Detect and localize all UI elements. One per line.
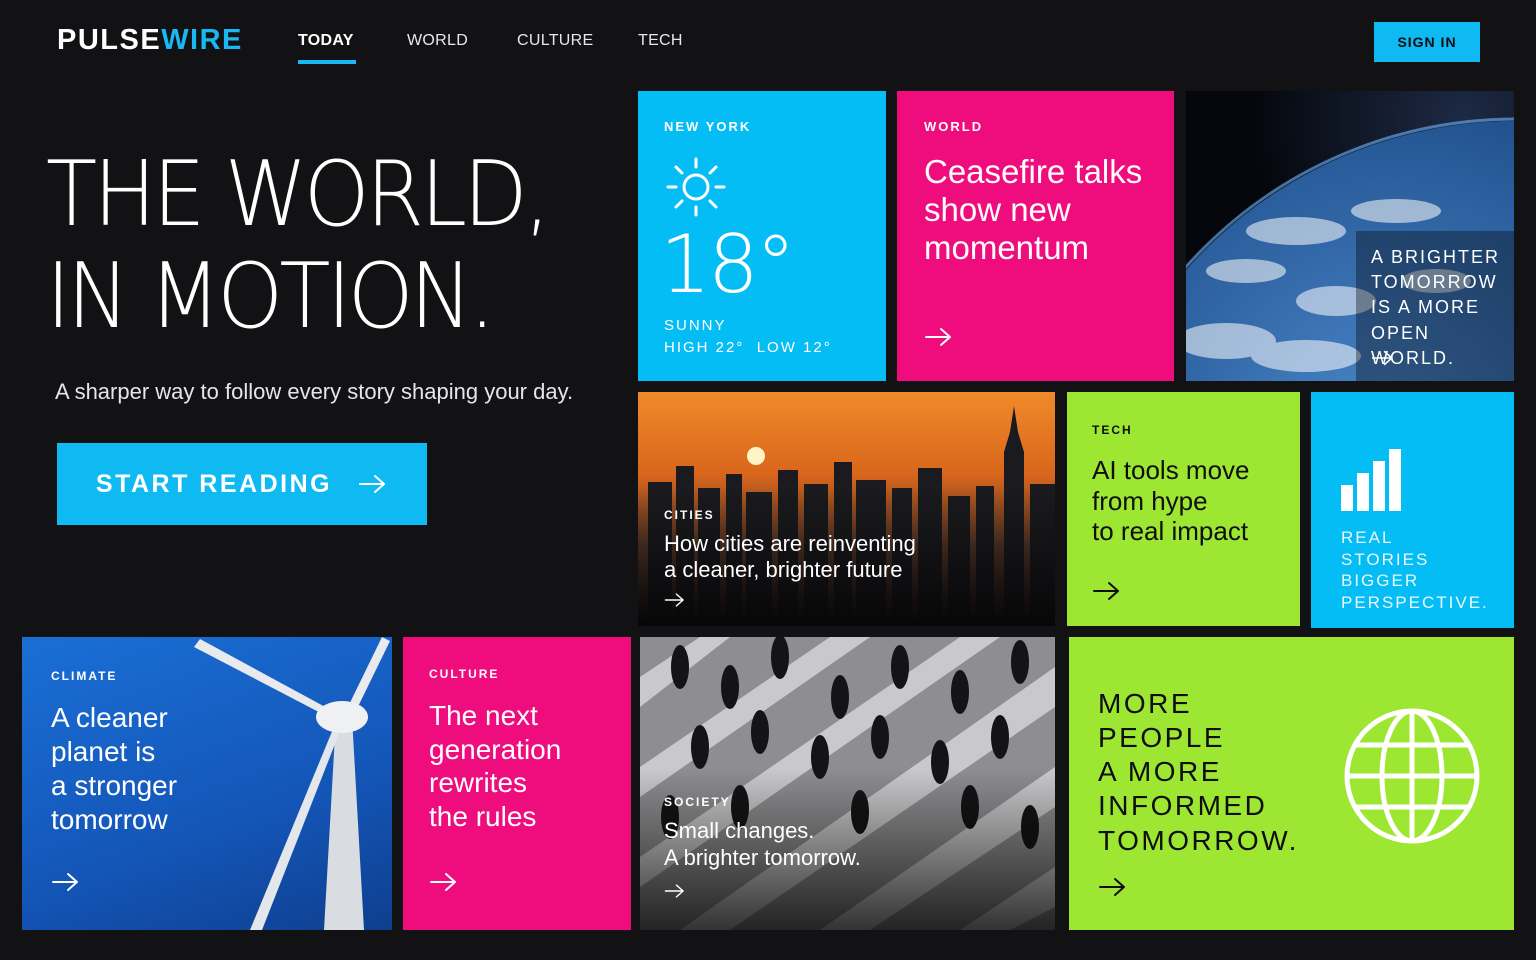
world-headline-line: momentum (924, 228, 1090, 266)
climate-image-tile[interactable]: CLIMATE A cleaner planet is a stronger t… (22, 637, 392, 930)
earth-image-tile[interactable]: A BRIGHTER TOMORROW IS A MORE OPEN WORLD… (1186, 91, 1514, 381)
culture-headline-line: the rules (429, 800, 537, 832)
tech-headline-line: from hype (1092, 485, 1208, 516)
earth-caption-line: IS A MORE (1371, 297, 1481, 318)
brand-logo[interactable]: PULSEWIRE (57, 24, 243, 57)
nav-world[interactable]: WORLD (407, 32, 468, 50)
weather-low: LOW 12° (756, 339, 832, 356)
promo-caption-line: INFORMED (1098, 790, 1268, 822)
nav-today[interactable]: TODAY (298, 32, 354, 50)
culture-tag: CULTURE (429, 667, 500, 681)
start-reading-label: START READING (95, 469, 333, 498)
arrow-right-icon[interactable] (1371, 349, 1395, 367)
tech-tag: TECH (1092, 423, 1133, 437)
brand-part-2: WIRE (161, 24, 243, 56)
stats-caption-line: REAL (1341, 528, 1394, 547)
hero-title-line-1: THE WORLD, (46, 142, 551, 247)
climate-headline-line: planet is (51, 736, 156, 768)
society-headline-line: A brighter tomorrow. (664, 844, 861, 870)
hero-title-line-2: IN MOTION. (46, 244, 495, 349)
weather-tile[interactable]: NEW YORK 18° SUNNY HIGH 22° LOW 12° (638, 91, 886, 381)
culture-headline: The next generation rewrites the rules (429, 699, 561, 833)
arrow-right-icon[interactable] (924, 326, 954, 348)
weather-temperature: 18° (660, 218, 796, 311)
culture-headline-line: generation (429, 733, 562, 765)
arrow-right-icon[interactable] (1092, 580, 1122, 602)
nav-active-indicator (298, 60, 356, 64)
nav-tech[interactable]: TECH (638, 32, 683, 50)
cities-headline: How cities are reinventing a cleaner, br… (664, 531, 916, 583)
world-tag: WORLD (924, 119, 984, 134)
promo-globe-tile[interactable]: MORE PEOPLE A MORE INFORMED TOMORROW. (1069, 637, 1514, 930)
society-headline: Small changes. A brighter tomorrow. (664, 818, 861, 872)
weather-condition: SUNNY (664, 317, 727, 334)
world-news-tile[interactable]: WORLD Ceasefire talks show new momentum (897, 91, 1174, 381)
climate-headline-line: tomorrow (51, 804, 168, 836)
arrow-right-icon[interactable] (664, 882, 686, 900)
tech-news-tile[interactable]: TECH AI tools move from hype to real imp… (1067, 392, 1300, 626)
stats-caption: REAL STORIES BIGGER PERSPECTIVE. (1341, 527, 1489, 613)
sign-in-button[interactable]: SIGN IN (1374, 22, 1480, 62)
society-image-tile[interactable]: SOCIETY Small changes. A brighter tomorr… (640, 637, 1055, 930)
arrow-right-icon[interactable] (1098, 876, 1128, 898)
earth-caption-line: A BRIGHTER (1371, 247, 1501, 267)
cities-headline-line: How cities are reinventing (664, 531, 916, 556)
promo-caption-line: A MORE (1098, 756, 1222, 788)
climate-tag: CLIMATE (51, 669, 118, 683)
stats-caption-line: BIGGER (1341, 571, 1420, 591)
climate-headline: A cleaner planet is a stronger tomorrow (51, 701, 177, 838)
world-headline-line: Ceasefire talks (924, 153, 1143, 190)
culture-headline-line: rewrites (429, 767, 528, 799)
climate-headline-line: A cleaner (51, 702, 168, 733)
cities-tag: CITIES (664, 508, 715, 522)
society-headline-line: Small changes. (664, 818, 815, 843)
promo-caption-line: MORE (1098, 688, 1192, 719)
hero-subtitle: A sharper way to follow every story shap… (55, 379, 574, 404)
tech-headline: AI tools move from hype to real impact (1092, 455, 1250, 547)
weather-location: NEW YORK (664, 119, 752, 134)
cities-headline-line: a cleaner, brighter future (664, 556, 903, 582)
promo-caption-line: PEOPLE (1098, 722, 1226, 754)
culture-news-tile[interactable]: CULTURE The next generation rewrites the… (403, 637, 631, 930)
arrow-right-icon (358, 473, 388, 495)
climate-headline-line: a stronger (51, 770, 178, 802)
weather-high: HIGH 22° (664, 339, 745, 356)
stats-caption-line: PERSPECTIVE. (1341, 592, 1489, 612)
sun-icon (666, 157, 726, 217)
stats-promo-tile[interactable]: REAL STORIES BIGGER PERSPECTIVE. (1311, 392, 1514, 628)
world-headline: Ceasefire talks show new momentum (924, 153, 1142, 267)
arrow-right-icon[interactable] (429, 871, 459, 893)
arrow-right-icon[interactable] (51, 871, 81, 893)
society-tag: SOCIETY (664, 795, 731, 809)
nav-culture[interactable]: CULTURE (517, 32, 593, 50)
tech-headline-line: AI tools move (1092, 455, 1250, 485)
start-reading-button[interactable]: START READING (57, 443, 427, 525)
earth-caption-line: TOMORROW (1371, 272, 1498, 293)
stats-caption-line: STORIES (1341, 549, 1430, 569)
promo-caption: MORE PEOPLE A MORE INFORMED TOMORROW. (1098, 687, 1299, 858)
cities-image-tile[interactable]: CITIES How cities are reinventing a clea… (638, 392, 1055, 626)
culture-headline-line: The next (429, 700, 538, 731)
tech-headline-line: to real impact (1092, 516, 1249, 547)
promo-caption-line: TOMORROW. (1098, 824, 1299, 856)
weather-high-low: HIGH 22° LOW 12° (664, 339, 832, 356)
world-headline-line: show new (924, 190, 1071, 228)
arrow-right-icon[interactable] (664, 591, 686, 609)
bar-chart-icon (1341, 449, 1401, 511)
globe-icon (1344, 708, 1480, 844)
brand-part-1: PULSE (57, 24, 162, 56)
